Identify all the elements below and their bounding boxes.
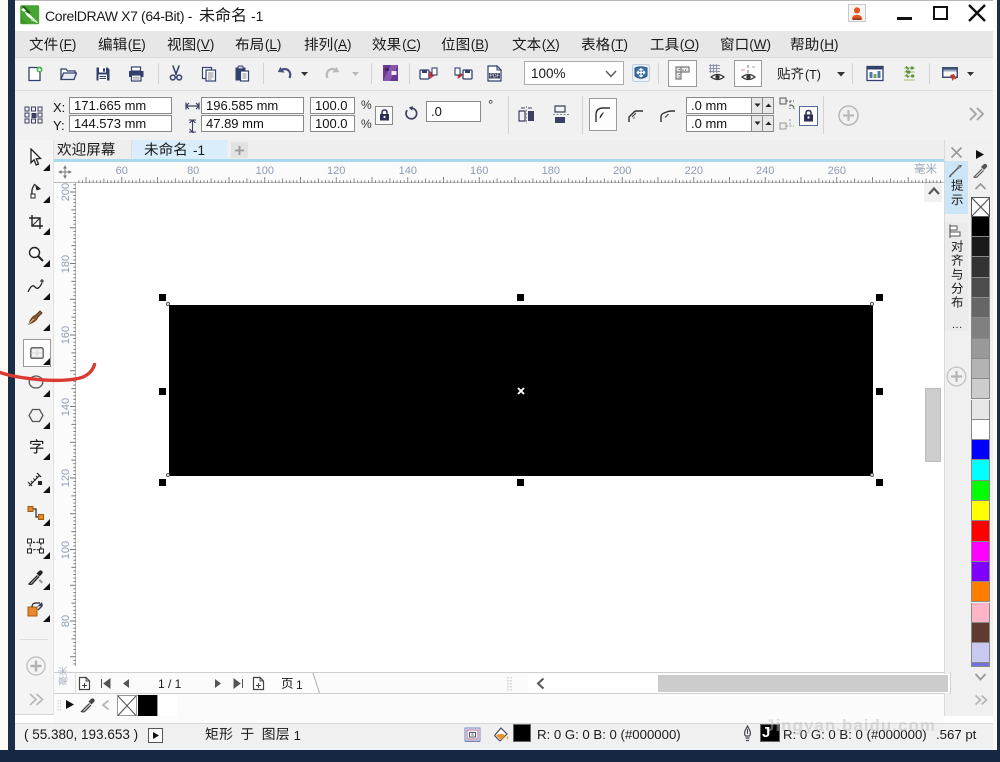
svg-text:PDF: PDF xyxy=(490,74,500,80)
